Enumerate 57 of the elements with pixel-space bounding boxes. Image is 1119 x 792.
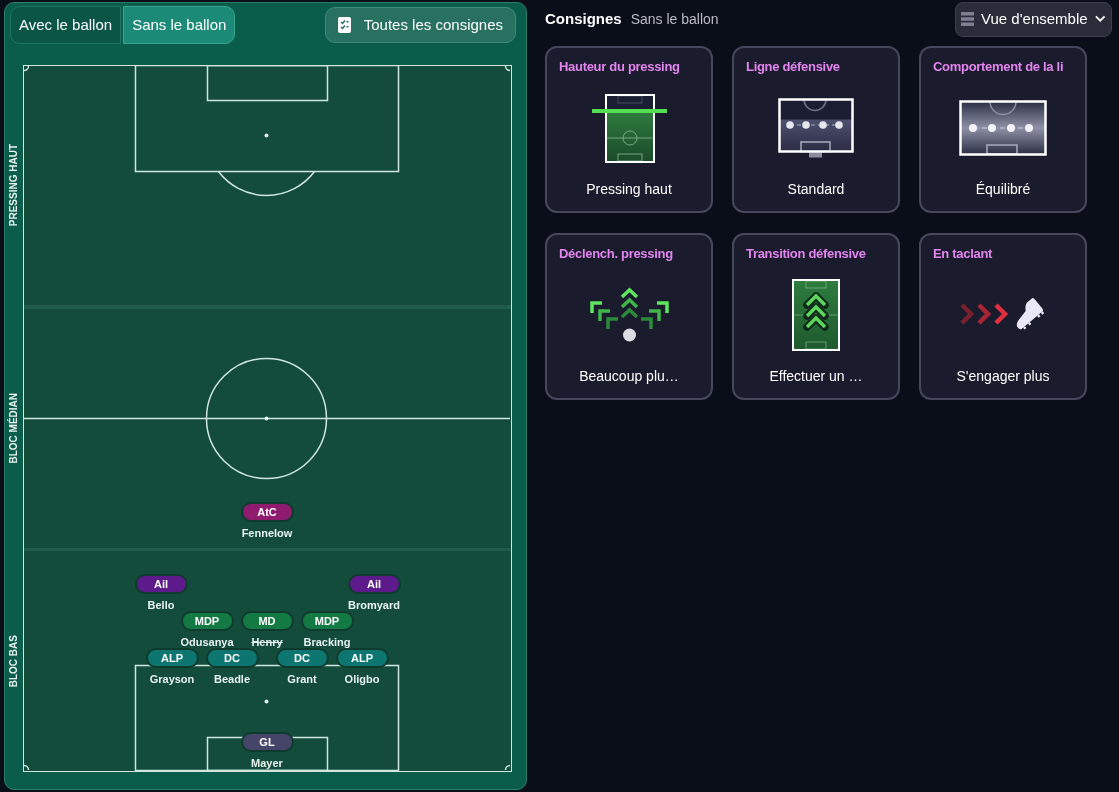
card-value: Effectuer un … — [768, 367, 864, 385]
player-name: Oligbo — [344, 673, 380, 685]
zone-label: BLOC MÉDIAN — [8, 393, 20, 464]
pitch-bar-icon — [591, 93, 667, 163]
section-title: Consignes — [545, 8, 622, 29]
position-badge[interactable]: GL — [240, 732, 294, 752]
position-badge[interactable]: ALP — [335, 648, 389, 668]
pitch-dots-icon — [959, 100, 1047, 156]
player-name: Henry — [251, 636, 283, 648]
player-name: Odusanya — [180, 636, 234, 648]
position-badge[interactable]: ALP — [145, 648, 199, 668]
zone-label: BLOC BAS — [8, 635, 20, 688]
instruction-card[interactable]: Transition défensive Effectuer un … — [732, 233, 900, 400]
pitch-chevrons-icon — [792, 279, 840, 351]
instruction-card[interactable]: Hauteur du pressing Pressing haut — [545, 46, 713, 213]
player-name: Fennelow — [241, 527, 293, 539]
card-value: Pressing haut — [585, 180, 673, 198]
instruction-card[interactable]: Comportement de la li Équilibré — [919, 46, 1087, 213]
card-value: S'engager plus — [955, 367, 1051, 385]
card-value: Équilibré — [974, 180, 1032, 198]
list-icon — [961, 11, 975, 27]
player-name: Grant — [287, 673, 317, 685]
player-name: Bracking — [303, 636, 351, 648]
position-badge[interactable]: MDP — [300, 611, 354, 631]
player-name: Mayer — [251, 757, 283, 769]
card-title: Hauteur du pressing — [559, 58, 681, 76]
card-value: Standard — [786, 180, 846, 198]
position-badge[interactable]: DC — [205, 648, 259, 668]
position-badge[interactable]: MD — [240, 611, 294, 631]
card-title: En taclant — [933, 245, 994, 263]
card-title: Transition défensive — [746, 245, 867, 263]
instruction-card[interactable]: Déclench. pressing Beaucoup plu… — [545, 233, 713, 400]
position-badge[interactable]: Ail — [347, 574, 401, 594]
player-name: Bromyard — [348, 599, 400, 611]
player-name: Grayson — [149, 673, 195, 685]
all-instructions-button[interactable]: Toutes les consignes — [324, 7, 516, 43]
player-name: Bello — [147, 599, 175, 611]
position-badge[interactable]: AtC — [240, 502, 294, 522]
view-dropdown[interactable]: Vue d'ensemble — [955, 1, 1112, 37]
instruction-card[interactable]: Ligne défensive Standard — [732, 46, 900, 213]
chevrons-ball-icon — [588, 287, 670, 343]
chevron-down-icon — [1094, 15, 1105, 23]
player-name: Beadle — [213, 673, 251, 685]
tab[interactable]: Avec le ballon — [10, 6, 122, 44]
card-title: Comportement de la li — [933, 58, 1065, 76]
card-title: Déclench. pressing — [559, 245, 674, 263]
card-value: Beaucoup plu… — [578, 367, 680, 385]
position-badge[interactable]: DC — [275, 648, 329, 668]
section-subtitle: Sans le ballon — [630, 9, 719, 29]
position-badge[interactable]: MDP — [180, 611, 234, 631]
pitch-dots-icon — [778, 98, 854, 158]
zone-label: PRESSING HAUT — [8, 143, 20, 227]
checklist-icon — [337, 17, 351, 33]
tab[interactable]: Sans le ballon — [123, 6, 236, 44]
position-badge[interactable]: Ail — [134, 574, 188, 594]
instruction-card[interactable]: En taclant S'engager plus — [919, 233, 1087, 400]
card-title: Ligne défensive — [746, 58, 841, 76]
